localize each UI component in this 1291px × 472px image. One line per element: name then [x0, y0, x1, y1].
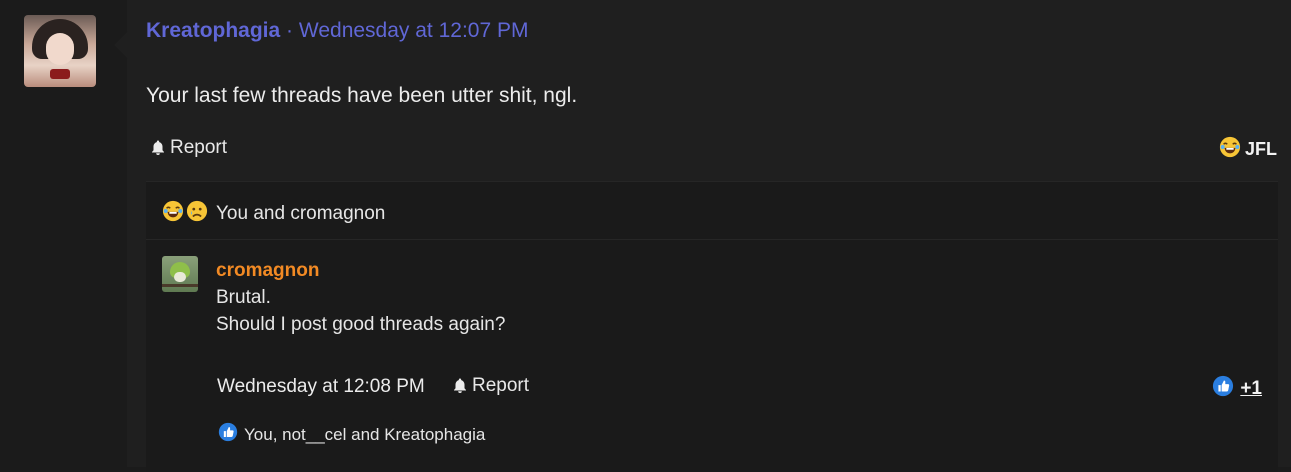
post-header: Kreatophagia · Wednesday at 12:07 PM	[146, 19, 528, 43]
section-divider	[146, 239, 1278, 240]
laughing-crying-emoji-icon	[162, 200, 184, 228]
sad-emoji-icon	[186, 200, 208, 228]
post-timestamp-link[interactable]: Wednesday at 12:07 PM	[299, 19, 529, 42]
report-label: Report	[170, 137, 228, 158]
avatar-column	[0, 0, 127, 467]
likes-list[interactable]: You, not__cel and Kreatophagia	[218, 422, 485, 447]
reaction-jfl-button[interactable]: JFL	[1219, 136, 1277, 163]
header-separator: ·	[286, 19, 294, 42]
author-username-link[interactable]: Kreatophagia	[146, 19, 280, 42]
reply-author-username-link[interactable]: cromagnon	[216, 260, 319, 282]
bell-icon	[149, 139, 167, 157]
reply-report-label: Report	[472, 375, 530, 396]
like-count-button[interactable]: +1	[1212, 375, 1262, 403]
reply-author-avatar[interactable]	[162, 256, 198, 292]
thumbs-up-icon	[218, 422, 238, 447]
post-arrow-notch	[114, 31, 128, 59]
avatar-branch-shape	[162, 284, 198, 287]
reactions-summary-text: You and cromagnon	[216, 203, 386, 224]
reply-text-line: Brutal.	[216, 287, 271, 308]
reactions-summary[interactable]: You and cromagnon	[162, 200, 385, 228]
like-count-value: +1	[1240, 378, 1262, 399]
thumbs-up-icon	[1212, 375, 1234, 403]
avatar-face-shape	[46, 33, 74, 65]
bell-icon	[451, 377, 469, 395]
reply-text-line: Should I post good threads again?	[216, 314, 506, 335]
avatar-bird-belly-shape	[174, 272, 186, 282]
reply-section: You and cromagnon cromagnon Brutal. Shou…	[146, 181, 1278, 472]
likes-list-text: You, not__cel and Kreatophagia	[244, 424, 486, 444]
author-avatar[interactable]	[24, 15, 96, 87]
reply-report-button[interactable]: Report	[451, 375, 529, 397]
avatar-bow-shape	[50, 69, 70, 79]
report-button[interactable]: Report	[149, 137, 227, 159]
reaction-jfl-label: JFL	[1244, 139, 1277, 159]
laughing-crying-emoji-icon	[1219, 136, 1241, 163]
reply-timestamp-link[interactable]: Wednesday at 12:08 PM	[217, 376, 425, 398]
post-body-text: Your last few threads have been utter sh…	[146, 84, 578, 107]
